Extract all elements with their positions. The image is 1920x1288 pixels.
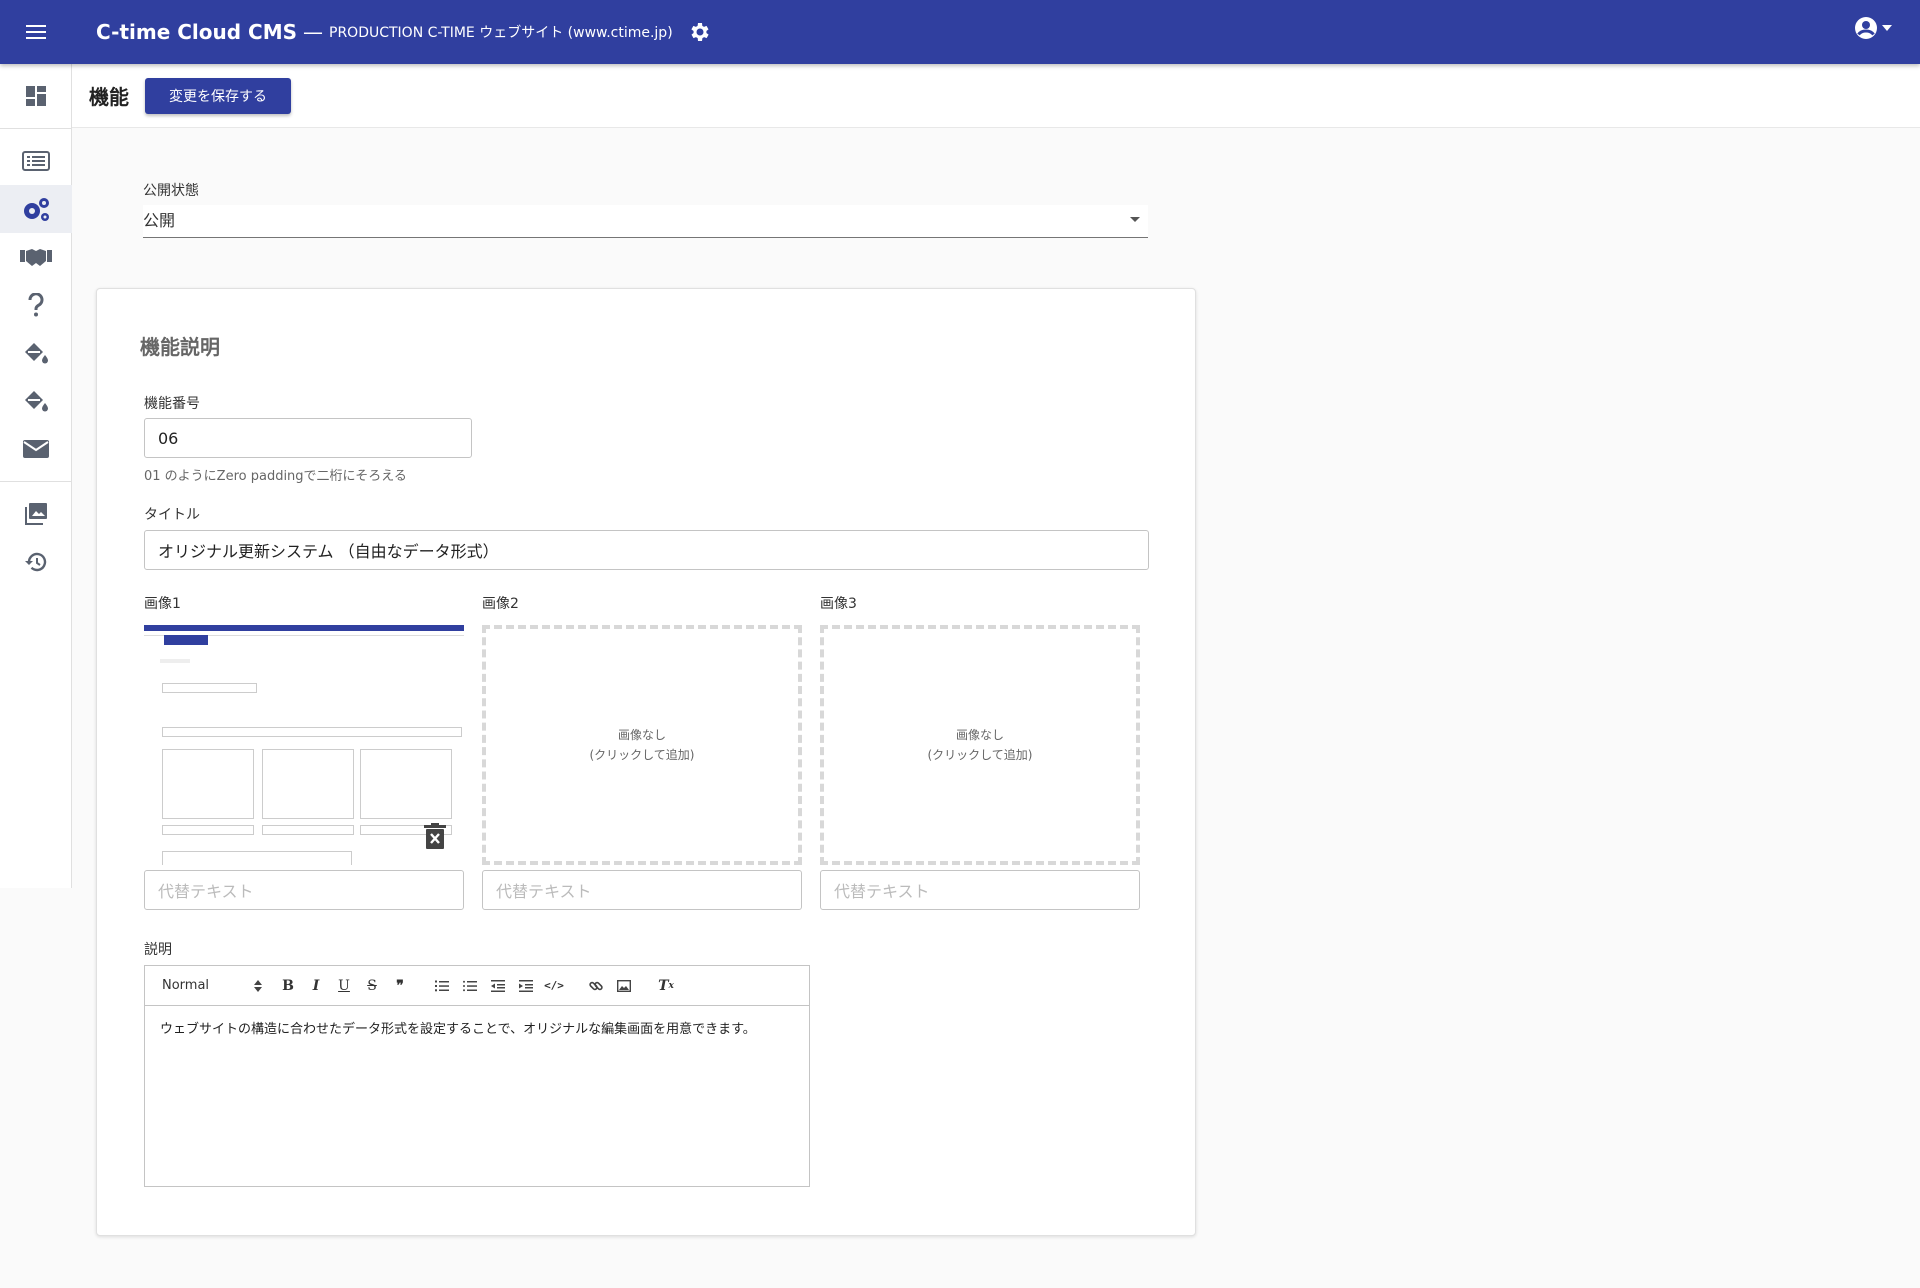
outdent-icon[interactable] <box>484 972 512 1000</box>
image3-label: 画像3 <box>820 596 857 612</box>
format-selected-value: Normal <box>162 978 210 993</box>
account-circle-icon <box>1855 17 1877 39</box>
page-title: 機能 <box>89 85 129 109</box>
paint-bucket-icon-2[interactable] <box>0 377 72 425</box>
image2-alt-placeholder: 代替テキスト <box>496 882 592 901</box>
delete-image-trash-icon[interactable] <box>424 823 446 849</box>
menu-icon[interactable] <box>0 0 72 64</box>
updown-arrows-icon <box>254 979 262 992</box>
mail-envelope-icon[interactable] <box>0 425 72 473</box>
title-label: タイトル <box>144 507 200 523</box>
site-settings-gear-icon[interactable] <box>685 18 713 46</box>
image1-thumbnail[interactable] <box>144 625 464 865</box>
image2-alt-input[interactable]: 代替テキスト <box>482 870 802 910</box>
paint-bucket-icon[interactable] <box>0 329 72 377</box>
strikethrough-icon[interactable]: S <box>358 972 386 1000</box>
dashboard-icon[interactable] <box>0 64 72 128</box>
blockquote-icon[interactable]: ❞ <box>386 972 414 1000</box>
ordered-list-icon[interactable] <box>428 972 456 1000</box>
underline-icon[interactable]: U <box>330 972 358 1000</box>
clear-group: Tx <box>652 972 680 1000</box>
image2-add-hint: (クリックして追加) <box>589 748 695 762</box>
features-cogs-icon[interactable] <box>0 185 72 233</box>
rich-text-editor: Normal B I U S ❞ </> Tx ウェブサイトの構造に合わせたデー… <box>144 965 810 1187</box>
editor-content[interactable]: ウェブサイトの構造に合わせたデータ形式を設定することで、オリジナルな編集画面を用… <box>145 1006 809 1049</box>
bold-icon[interactable]: B <box>274 972 302 1000</box>
card-title: 機能説明 <box>140 335 220 359</box>
top-app-bar: C-time Cloud CMS — PRODUCTION C-TIME ウェブ… <box>0 0 1920 64</box>
help-question-icon[interactable] <box>0 281 72 329</box>
title-value: オリジナル更新システム （自由なデータ形式） <box>158 542 499 561</box>
code-icon[interactable]: </> <box>540 972 568 1000</box>
image3-empty-text: 画像なし <box>955 728 1004 742</box>
status-select[interactable]: 公開 <box>143 205 1148 238</box>
sidebar-divider-2 <box>0 481 71 482</box>
save-changes-button[interactable]: 変更を保存する <box>145 77 291 114</box>
image1-alt-placeholder: 代替テキスト <box>158 882 254 901</box>
image3-add-hint: (クリックして追加) <box>927 748 1033 762</box>
image1-label: 画像1 <box>144 596 181 612</box>
image3-add-slot[interactable]: 画像なし (クリックして追加) <box>820 625 1140 865</box>
image2-label: 画像2 <box>482 596 519 612</box>
insert-group <box>582 972 638 1000</box>
site-name: PRODUCTION C-TIME ウェブサイト (www.ctime.jp) <box>329 25 673 41</box>
image2-add-slot[interactable]: 画像なし (クリックして追加) <box>482 625 802 865</box>
editor-toolbar: Normal B I U S ❞ </> Tx <box>145 966 809 1006</box>
image3-alt-input[interactable]: 代替テキスト <box>820 870 1140 910</box>
italic-icon[interactable]: I <box>302 972 330 1000</box>
link-icon[interactable] <box>582 972 610 1000</box>
image3-alt-placeholder: 代替テキスト <box>834 882 930 901</box>
feature-number-hint: 01 のようにZero paddingで二桁にそろえる <box>144 469 407 484</box>
app-title: C-time Cloud CMS <box>96 20 297 44</box>
feature-number-input[interactable]: 06 <box>144 418 472 458</box>
indent-icon[interactable] <box>512 972 540 1000</box>
page-header: 機能 変更を保存する <box>72 64 1920 128</box>
image2-empty-text: 画像なし <box>617 728 666 742</box>
bullet-list-icon[interactable] <box>456 972 484 1000</box>
inline-format-group: B I U S ❞ <box>274 972 414 1000</box>
list-icon[interactable] <box>0 137 72 185</box>
format-select[interactable]: Normal <box>162 978 262 993</box>
sidebar-divider <box>0 128 71 129</box>
title-separator: — <box>303 20 323 44</box>
status-label: 公開状態 <box>143 183 199 199</box>
description-label: 説明 <box>144 942 172 958</box>
clear-format-icon[interactable]: Tx <box>652 972 680 1000</box>
image1-alt-input[interactable]: 代替テキスト <box>144 870 464 910</box>
title-input[interactable]: オリジナル更新システム （自由なデータ形式） <box>144 530 1149 570</box>
feature-description-card: 機能説明 機能番号 06 01 のようにZero paddingで二桁にそろえる… <box>96 288 1196 1236</box>
list-format-group: </> <box>428 972 568 1000</box>
history-icon[interactable] <box>0 538 72 586</box>
image-icon[interactable] <box>610 972 638 1000</box>
chevron-down-icon <box>1130 216 1140 222</box>
sidebar <box>0 64 72 888</box>
handshake-icon[interactable] <box>0 233 72 281</box>
feature-number-value: 06 <box>158 428 179 448</box>
status-selected-value: 公開 <box>143 211 176 230</box>
images-gallery-icon[interactable] <box>0 490 72 538</box>
account-menu[interactable] <box>1854 16 1892 40</box>
feature-number-label: 機能番号 <box>144 396 200 412</box>
chevron-down-icon <box>1882 25 1892 31</box>
